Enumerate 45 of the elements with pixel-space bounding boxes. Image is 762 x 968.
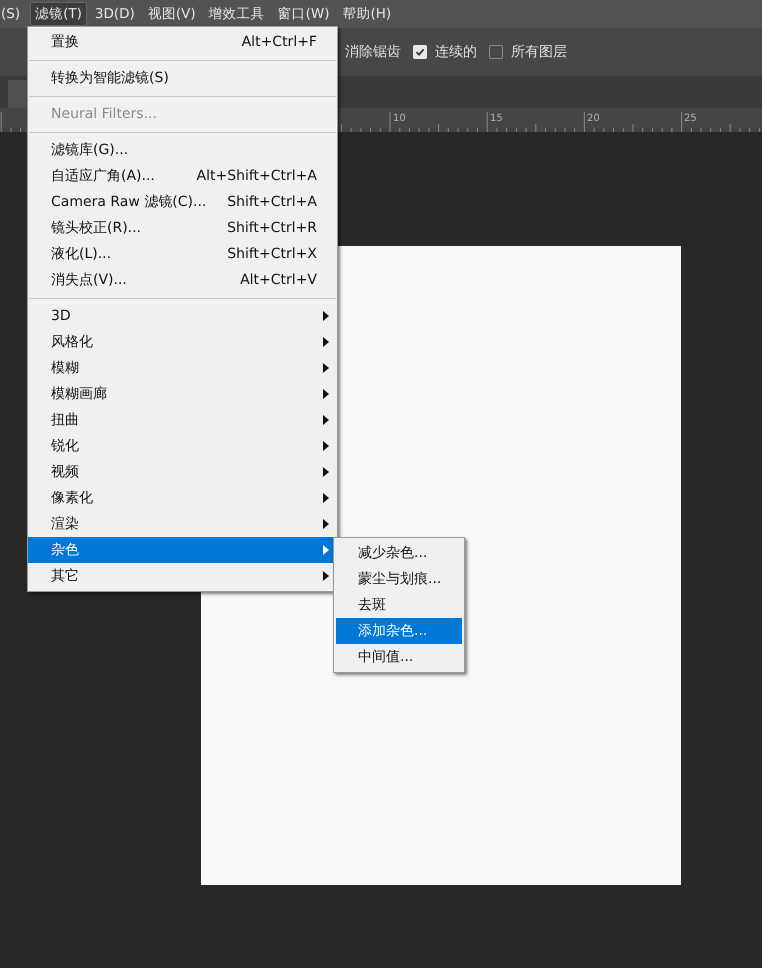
menu-entry[interactable]: 像素化 (28, 485, 337, 511)
menu-entry[interactable]: 其它 (28, 563, 337, 589)
menu-entry[interactable]: 消失点(V)... Alt+Ctrl+V (28, 267, 337, 293)
menu-entry[interactable]: 置换 Alt+Ctrl+F (28, 29, 337, 55)
submenu-arrow-icon (323, 493, 329, 503)
menu-entry[interactable]: 去斑 (336, 592, 462, 618)
menu-entry[interactable]: 自适应广角(A)... Alt+Shift+Ctrl+A (28, 163, 337, 189)
submenu-arrow-icon (323, 337, 329, 347)
menu-entry[interactable]: 减少杂色... (336, 540, 462, 566)
checkbox[interactable] (489, 45, 503, 59)
submenu-arrow-icon (323, 363, 329, 373)
option-label: 消除锯齿 (345, 43, 401, 61)
menu-entry[interactable]: 视频 (28, 459, 337, 485)
menu-entry[interactable]: 扭曲 (28, 407, 337, 433)
menu-entry[interactable]: 模糊画廊 (28, 381, 337, 407)
submenu-arrow-icon (323, 441, 329, 451)
menu-entry[interactable]: 液化(L)... Shift+Ctrl+X (28, 241, 337, 267)
checkbox-label: 连续的 (435, 43, 477, 61)
submenu-arrow-icon (323, 389, 329, 399)
menu-entry[interactable]: 模糊 (28, 355, 337, 381)
menu-entry[interactable]: 中间值... (336, 644, 462, 670)
menu-item[interactable]: 帮助(H) (337, 2, 396, 26)
submenu-arrow-icon (323, 519, 329, 529)
submenu-arrow-icon (323, 467, 329, 477)
menu-item[interactable]: 窗口(W) (272, 2, 334, 26)
submenu-arrow-icon (323, 311, 329, 321)
submenu-arrow-icon (323, 571, 329, 581)
menu-entry[interactable]: 3D (28, 303, 337, 329)
submenu-arrow-icon (323, 415, 329, 425)
checkbox-label: 所有图层 (511, 43, 567, 61)
menu-entry[interactable]: 转换为智能滤镜(S) (28, 65, 337, 91)
menu-item[interactable]: 滤镜(T) (30, 2, 87, 26)
menu-item[interactable]: (S) (0, 3, 26, 25)
menu-entry[interactable]: 锐化 (28, 433, 337, 459)
menu-item[interactable]: 增效工具 (204, 2, 270, 26)
menu-entry[interactable]: 风格化 (28, 329, 337, 355)
menu-entry[interactable]: 添加杂色... (336, 618, 462, 644)
submenu-arrow-icon (323, 545, 329, 555)
menu-item[interactable]: 3D(D) (90, 3, 140, 25)
menu-entry[interactable]: Camera Raw 滤镜(C)... Shift+Ctrl+A (28, 189, 337, 215)
menu-entry[interactable]: 镜头校正(R)... Shift+Ctrl+R (28, 215, 337, 241)
menu-entry[interactable]: 滤镜库(G)... (28, 137, 337, 163)
menu-entry[interactable]: 渲染 (28, 511, 337, 537)
menu-entry[interactable]: 蒙尘与划痕... (336, 566, 462, 592)
menu-item[interactable]: 视图(V) (142, 2, 201, 26)
